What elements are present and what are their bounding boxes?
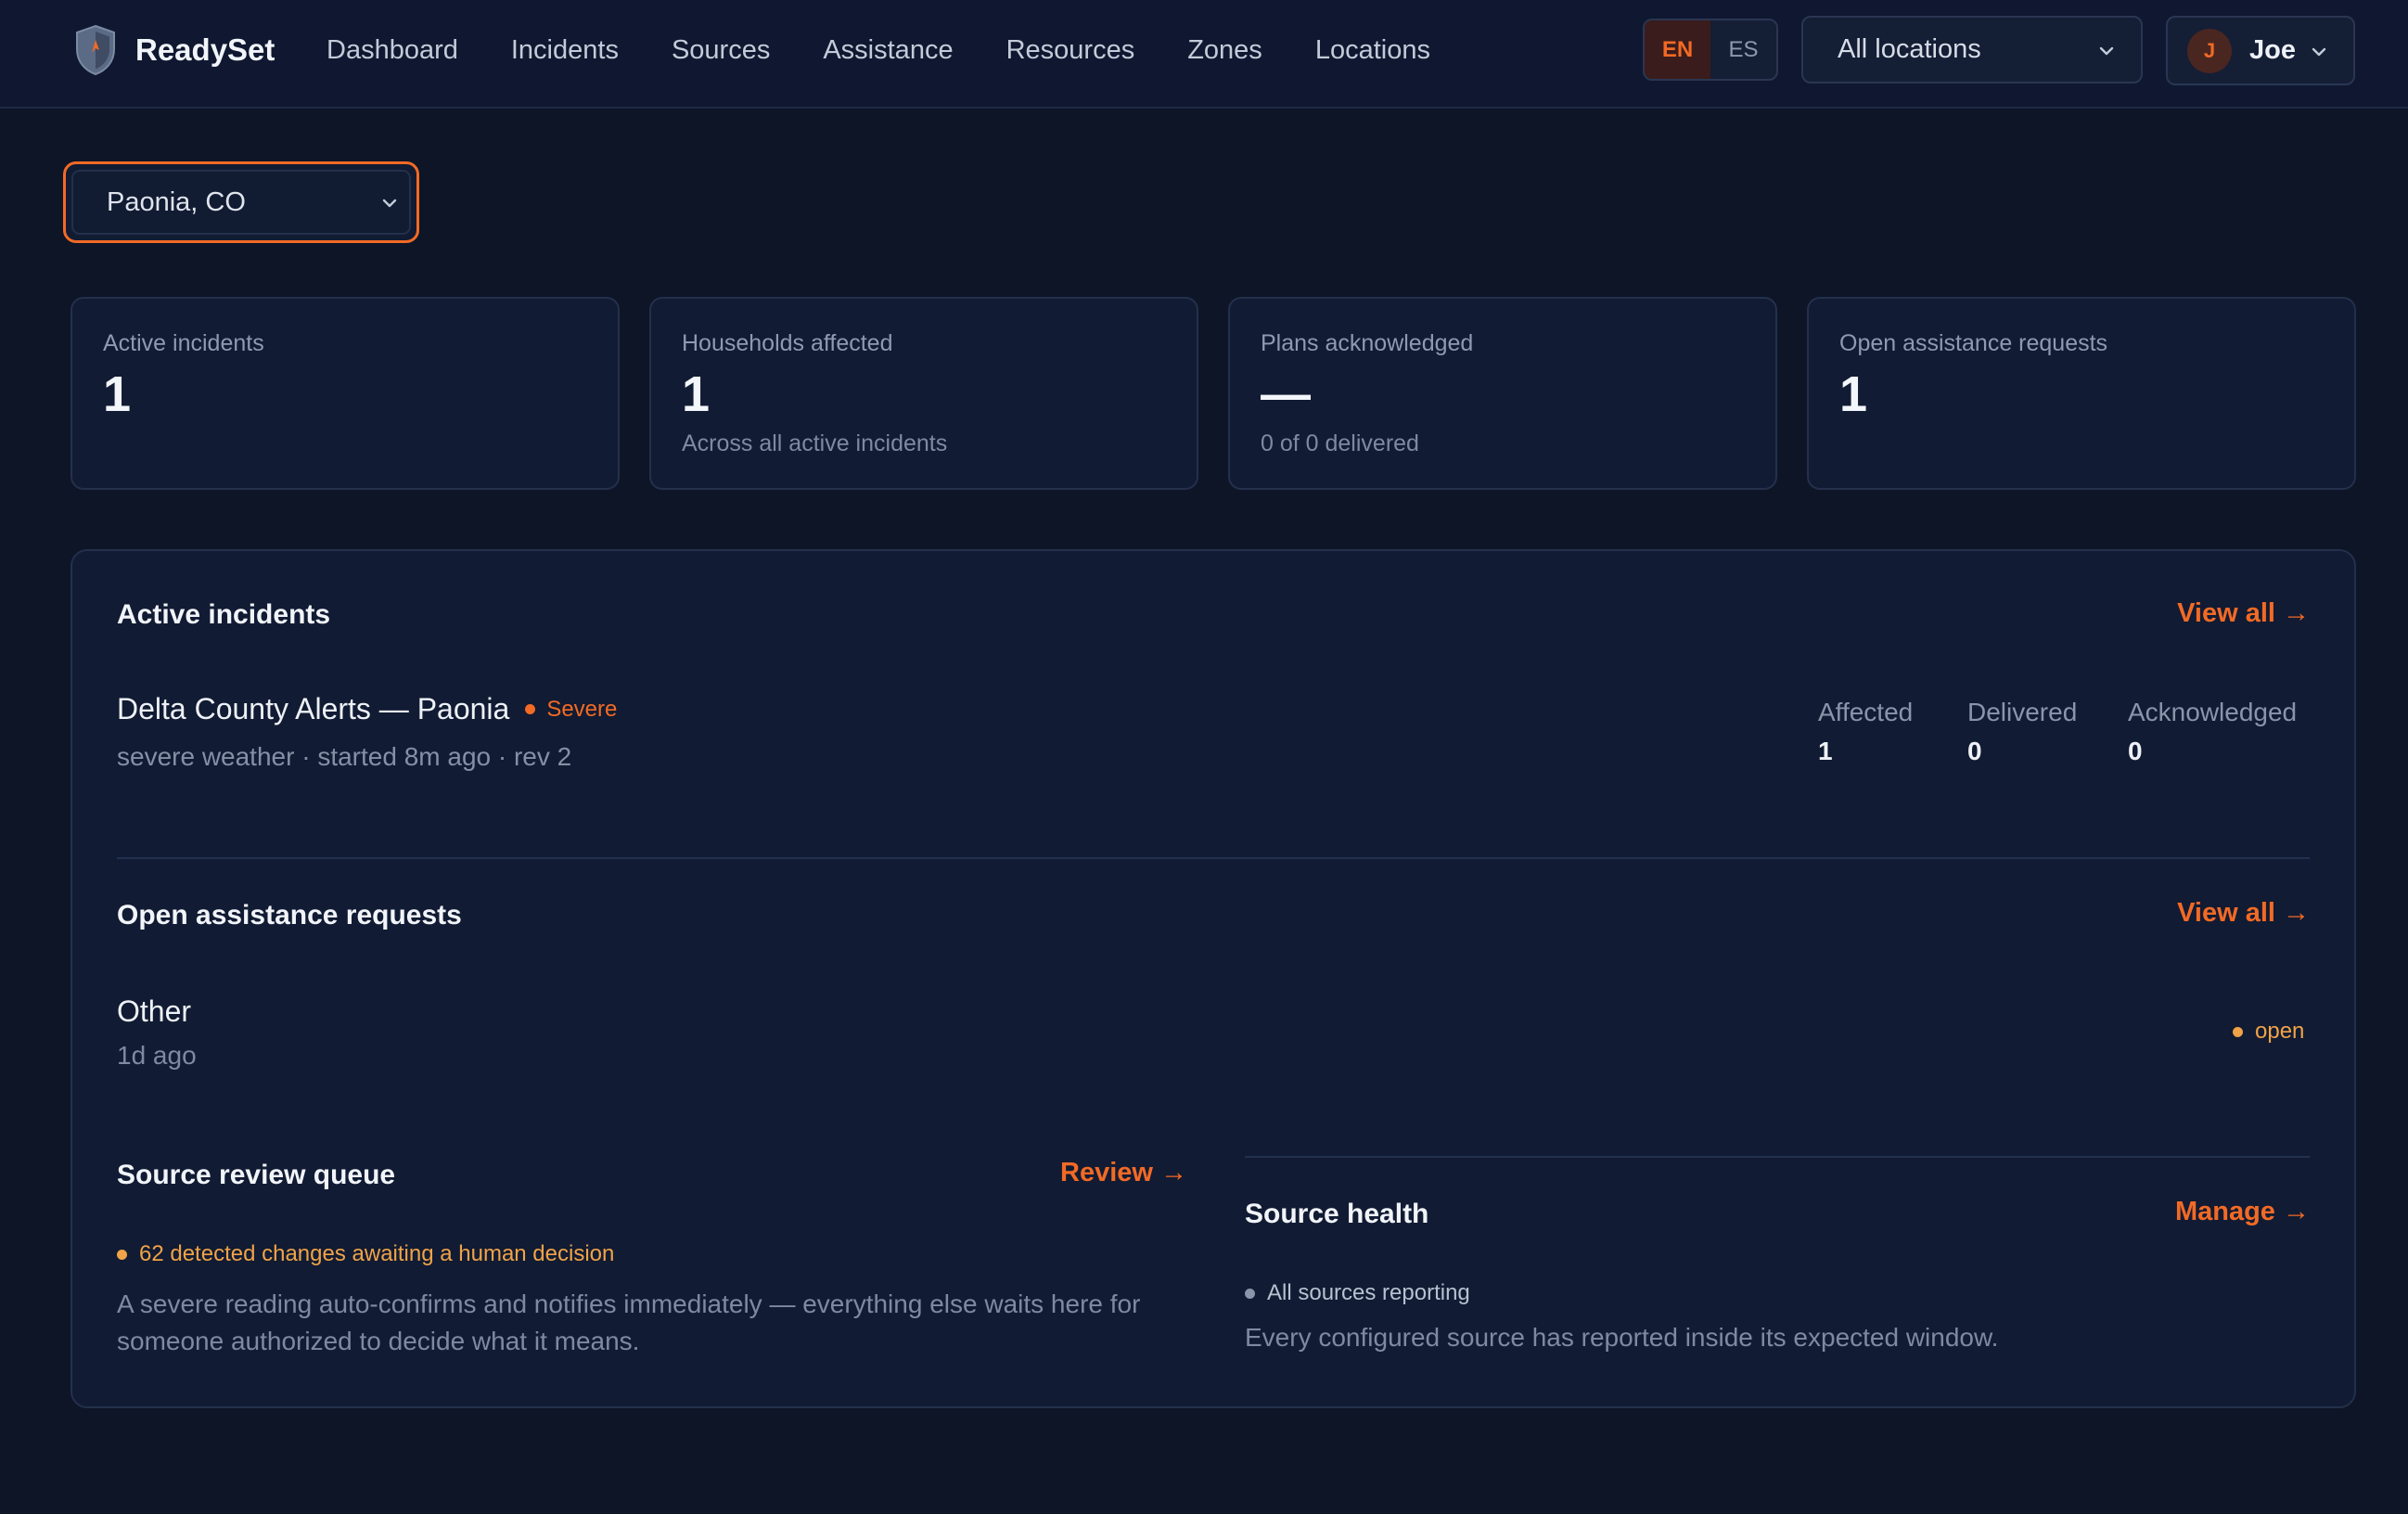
main-nav: Dashboard Incidents Sources Assistance R…	[327, 0, 1483, 100]
stat-value: 1	[1839, 366, 1868, 422]
review-queue-title: Source review queue	[117, 1160, 396, 1190]
stat-label: Active incidents	[103, 330, 264, 356]
language-toggle: EN ES	[1643, 19, 1778, 81]
top-navigation-bar: ReadySet Dashboard Incidents Sources Ass…	[0, 0, 2408, 109]
source-health-note: All sources reporting	[1245, 1280, 1470, 1306]
stat-value: 1	[103, 366, 132, 422]
source-health-description: Every configured source has reported ins…	[1245, 1323, 1999, 1352]
manage-link[interactable]: Manage →	[2175, 1197, 2310, 1227]
shield-logo-icon	[76, 24, 115, 76]
nav-incidents[interactable]: Incidents	[511, 35, 619, 66]
brand-name: ReadySet	[135, 32, 275, 67]
chevron-down-icon	[2312, 47, 2326, 57]
metric-delivered: Delivered 0	[1967, 698, 2078, 765]
chevron-down-icon	[382, 199, 397, 208]
metric-acknowledged: Acknowledged 0	[2128, 698, 2298, 765]
stat-subtext: 0 of 0 delivered	[1261, 430, 1419, 456]
chevron-down-icon	[2099, 46, 2114, 56]
active-incidents-title: Active incidents	[117, 599, 331, 630]
city-select-field: Paonia, CO	[71, 170, 411, 235]
nav-assistance[interactable]: Assistance	[823, 35, 953, 66]
review-queue-description: A severe reading auto-confirms and notif…	[117, 1289, 1141, 1355]
incident-meta: severe weather · started 8m ago · rev 2	[117, 742, 572, 771]
stat-card-open-assistance: Open assistance requests 1	[1807, 297, 2356, 490]
stat-label: Households affected	[682, 330, 893, 356]
severity-badge: Severe	[546, 696, 618, 722]
stat-card-active-incidents: Active incidents 1	[70, 297, 620, 490]
review-queue-note: 62 detected changes awaiting a human dec…	[117, 1241, 614, 1267]
avatar: J	[2187, 28, 2232, 73]
brand[interactable]: ReadySet	[74, 24, 275, 76]
stat-card-households-affected: Households affected 1 Across all active …	[649, 297, 1198, 490]
severity-dot	[525, 704, 536, 714]
warning-dot	[117, 1249, 127, 1260]
view-all-assistance-link[interactable]: View all →	[2177, 898, 2310, 929]
nav-locations[interactable]: Locations	[1315, 35, 1430, 66]
overview-panel: Active incidents View all → Delta County…	[70, 549, 2356, 1408]
lang-es-button[interactable]: ES	[1710, 20, 1776, 79]
status-badge: open	[2233, 1019, 2304, 1045]
nav-dashboard[interactable]: Dashboard	[327, 35, 458, 66]
stat-card-plans-acknowledged: Plans acknowledged — 0 of 0 delivered	[1228, 297, 1777, 490]
source-health-title: Source health	[1245, 1199, 1429, 1229]
nav-sources[interactable]: Sources	[672, 35, 770, 66]
stat-value: —	[1261, 366, 1311, 422]
location-filter-value: All locations	[1838, 34, 1981, 64]
section-divider	[117, 857, 2310, 859]
assistance-title: Open assistance requests	[117, 900, 462, 930]
request-time: 1d ago	[117, 1041, 197, 1070]
user-name: Joe	[2249, 35, 2296, 65]
city-select-value: Paonia, CO	[107, 186, 246, 217]
health-divider	[1245, 1156, 2310, 1158]
nav-resources[interactable]: Resources	[1006, 35, 1135, 66]
review-link[interactable]: Review →	[1060, 1158, 1187, 1188]
stat-label: Open assistance requests	[1839, 330, 2108, 356]
status-dot	[1245, 1288, 1255, 1299]
request-title[interactable]: Other	[117, 994, 191, 1029]
city-select[interactable]: Paonia, CO	[63, 161, 419, 243]
stat-label: Plans acknowledged	[1261, 330, 1474, 356]
incident-name: Delta County Alerts — Paonia	[117, 692, 510, 725]
metric-affected: Affected 1	[1818, 698, 1914, 765]
location-filter-select[interactable]: All locations	[1801, 16, 2143, 83]
stat-value: 1	[682, 366, 711, 422]
view-all-incidents-link[interactable]: View all →	[2177, 598, 2310, 629]
stat-subtext: Across all active incidents	[682, 430, 948, 456]
user-menu-button[interactable]: J Joe	[2166, 16, 2355, 85]
status-dot	[2233, 1026, 2243, 1037]
incident-row[interactable]: Delta County Alerts — Paonia Severe	[117, 692, 617, 726]
lang-en-button[interactable]: EN	[1645, 20, 1710, 79]
nav-zones[interactable]: Zones	[1187, 35, 1262, 66]
